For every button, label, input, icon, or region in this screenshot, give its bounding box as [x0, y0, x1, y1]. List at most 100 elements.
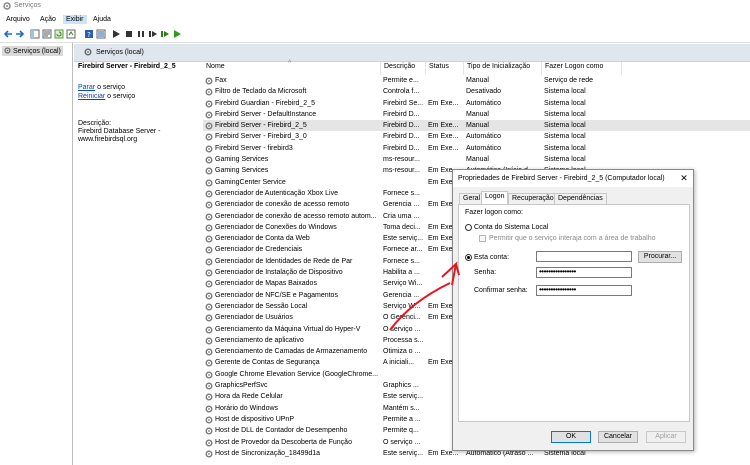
annotation-arrow [389, 261, 460, 331]
table-row[interactable]: Firebird Server - firebird3 Firebird D...… [203, 143, 750, 154]
services-app-icon [3, 2, 11, 10]
column-header-description[interactable]: Descrição [381, 62, 426, 75]
start-service-icon[interactable] [111, 29, 121, 39]
service-name: Gerenciador de Sessão Local [215, 302, 308, 310]
menu-acao[interactable]: Ação [37, 15, 59, 24]
confirm-password-label: Confirmar senha: [474, 287, 528, 294]
description-label: Descrição: [78, 120, 112, 127]
tab-recuperacao[interactable]: Recuperação [508, 193, 558, 204]
restart-service-icon[interactable] [148, 29, 158, 39]
gear-icon [205, 224, 213, 232]
service-description: O serviço ... [383, 438, 421, 446]
gear-icon [205, 427, 213, 435]
properties-sheet-icon[interactable] [42, 29, 52, 39]
logon-as-label: Fazer logon como: [465, 209, 523, 216]
this-account-label: Esta conta: [474, 254, 510, 261]
interact-desktop-checkbox[interactable] [479, 235, 486, 242]
service-description: Firebird D... [383, 122, 420, 130]
service-description: Gerencia ... [383, 201, 420, 209]
pause-service-icon[interactable] [136, 29, 146, 39]
service-name: Gerenciamento de Camadas de Armazenament… [215, 348, 368, 356]
column-header-status[interactable]: Status [426, 62, 464, 75]
service-name: Gerenciador de Conta da Web [215, 235, 310, 243]
service-startup: Desativado [466, 88, 502, 96]
service-name: Gerente de Contas de Segurança [215, 359, 320, 367]
help-icon[interactable]: ? [84, 29, 94, 39]
gear-icon [205, 280, 213, 288]
forward-arrow-icon[interactable] [15, 29, 25, 39]
service-status: Em Exe... [428, 133, 459, 141]
service-startup: Manual [466, 122, 489, 130]
restart-service-link[interactable]: Reiniciar [78, 93, 105, 100]
table-row[interactable]: Filtro de Teclado da Microsoft Controla f… [203, 86, 750, 97]
service-description: Graphics ... [383, 382, 419, 390]
menu-exibir[interactable]: Exibir [63, 15, 87, 24]
table-row[interactable]: Fax Permite e... Manual Serviço de rede [203, 75, 750, 86]
table-row[interactable]: Firebird Server - Firebird_3_0 Firebird D… [203, 131, 750, 142]
console-tree-icon[interactable] [30, 29, 40, 39]
account-input[interactable] [536, 251, 632, 262]
service-description: A iniciali... [383, 359, 415, 367]
tree-item-services-local[interactable]: Serviços (local) [2, 46, 63, 56]
column-header-logon[interactable]: Fazer Logon como [542, 62, 622, 75]
play-green-icon[interactable] [172, 29, 182, 39]
refresh-icon[interactable] [54, 29, 64, 39]
service-name: Gaming Services [215, 167, 269, 175]
service-name: GraphicsPerfSvc [215, 382, 268, 390]
service-status: Em Exe... [428, 144, 459, 152]
window-title: Serviços [14, 2, 41, 9]
close-icon[interactable]: ✕ [679, 173, 689, 183]
browse-button[interactable]: Procurar... [638, 251, 682, 263]
ok-button[interactable]: OK [551, 431, 591, 443]
service-name: Gerenciamento de aplicativo [215, 336, 304, 344]
password-input[interactable]: •••••••••••••••• [536, 267, 632, 278]
service-description: Firebird D... [383, 133, 420, 141]
column-header-startup[interactable]: Tipo de Inicialização [464, 62, 542, 75]
service-logon: Sistema local [544, 88, 586, 96]
menu-arquivo[interactable]: Arquivo [3, 15, 33, 24]
stop-service-icon[interactable] [124, 29, 134, 39]
service-name: Gerenciador de Instalação de Dispositivo [215, 269, 343, 277]
back-arrow-icon[interactable] [3, 29, 13, 39]
table-row[interactable]: Firebird Server - DefaultInstance Firebir… [203, 109, 750, 120]
service-logon: Serviço de rede [544, 77, 594, 84]
service-description: ms-resour... [383, 156, 420, 164]
details-view-icon[interactable] [96, 29, 106, 39]
service-name: Gerenciador de conexão de acesso remoto [215, 201, 350, 209]
gear-icon [205, 88, 213, 96]
table-row[interactable]: Firebird Guardian - Firebird_2_5 Firebird… [203, 98, 750, 109]
confirm-password-input[interactable]: •••••••••••••••• [536, 285, 632, 296]
cancel-button[interactable]: Cancelar [598, 431, 638, 443]
this-account-radio[interactable] [465, 254, 472, 261]
service-description: Este serviç... [383, 393, 424, 401]
tab-dependencias[interactable]: Dependências [554, 193, 607, 204]
resume-service-icon[interactable] [160, 29, 170, 39]
service-name: Firebird Guardian - Firebird_2_5 [215, 99, 315, 107]
gear-icon [205, 145, 213, 153]
service-name: Host de Provedor da Descoberta de Função [215, 438, 352, 446]
gear-icon [205, 167, 213, 175]
service-startup: Automático [466, 133, 502, 141]
column-name-label: Nome [206, 63, 225, 70]
gear-icon [205, 337, 213, 345]
gear-icon [84, 48, 92, 56]
export-list-icon[interactable] [66, 29, 76, 39]
local-system-radio[interactable] [465, 224, 472, 231]
gear-icon [205, 382, 213, 390]
menu-ajuda[interactable]: Ajuda [90, 15, 114, 24]
tab-logon[interactable]: Logon [481, 191, 509, 204]
column-header-name[interactable]: Nome ^ [203, 60, 381, 75]
service-name: Google Chrome Elevation Service (GoogleC… [215, 370, 379, 378]
stop-service-link[interactable]: Parar [78, 84, 95, 91]
table-row[interactable]: Gaming Services ms-resour... Manual Sistema… [203, 154, 750, 165]
description-text: Firebird Database Server - www.firebirds… [78, 128, 161, 143]
logon-tab-panel: Fazer logon como: Conta do Sistema Local… [458, 204, 690, 422]
service-description: Este serviç... [383, 449, 424, 457]
table-row[interactable]: Firebird Server - Firebird_2_5 Firebird D… [203, 120, 750, 132]
local-system-label: Conta do Sistema Local [474, 224, 549, 231]
gear-icon [205, 450, 213, 458]
service-description: Firebird D... [383, 144, 420, 152]
service-name: Gerenciador de Usuários [215, 314, 293, 322]
service-description: Otimiza o ... [383, 348, 421, 356]
dialog-title: Propriedades de Firebird Server - Firebi… [458, 175, 665, 182]
